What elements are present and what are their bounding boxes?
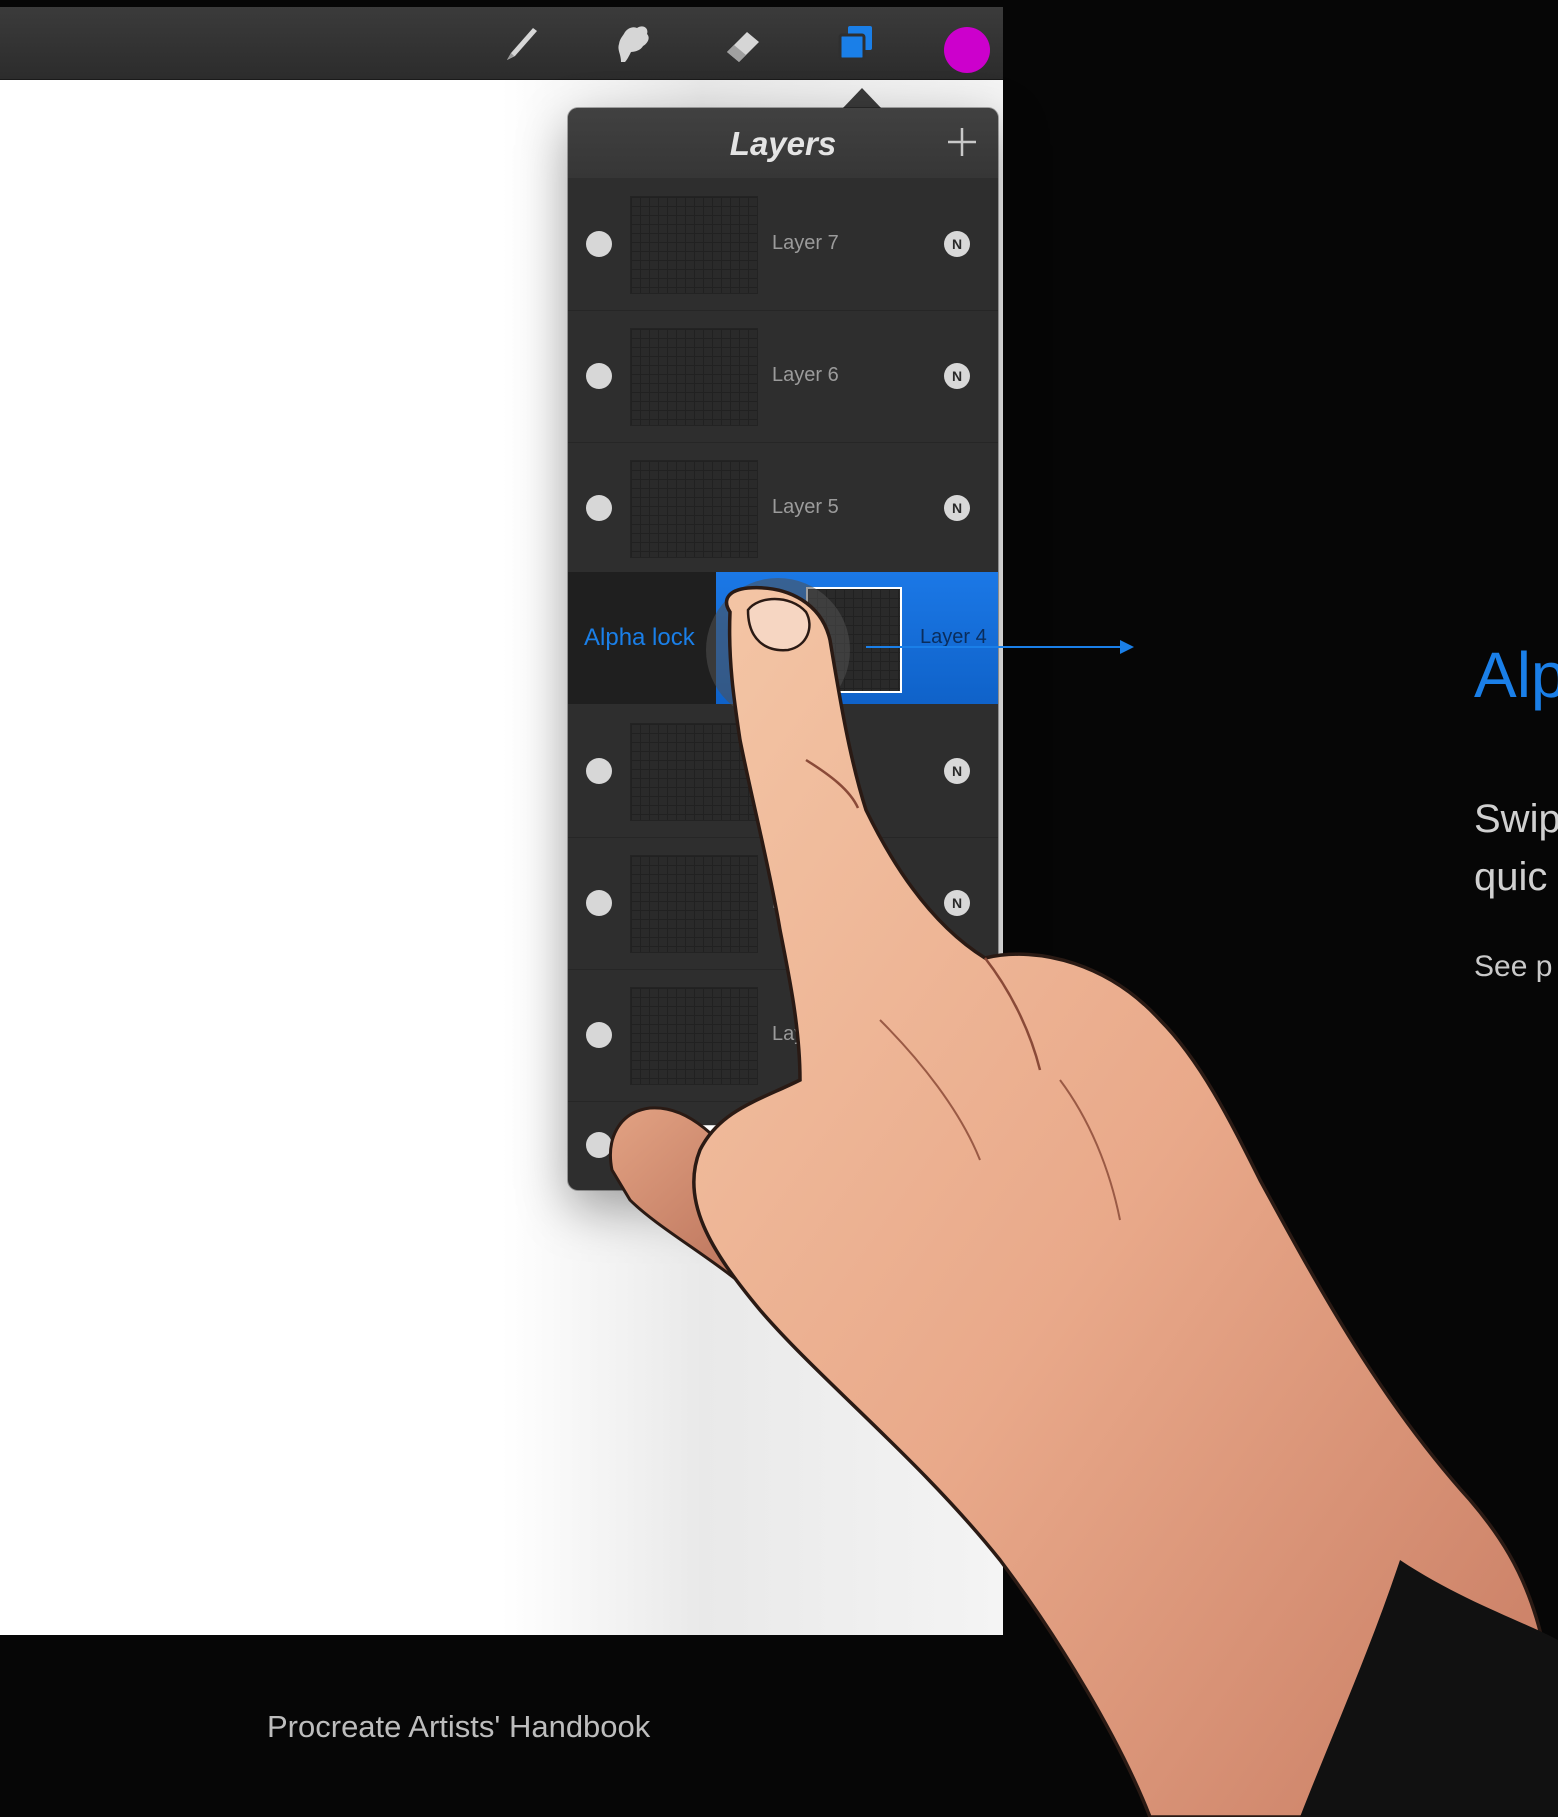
eraser-tool-button[interactable] xyxy=(718,17,770,69)
color-swatch[interactable] xyxy=(944,27,990,73)
blend-mode-badge[interactable]: N xyxy=(944,231,970,257)
blend-mode-badge[interactable]: N xyxy=(944,495,970,521)
swiped-layer-cell[interactable]: Layer 4 xyxy=(716,572,998,704)
layer-row-background[interactable]: Background xyxy=(568,1101,998,1190)
blend-mode-badge[interactable]: N xyxy=(944,363,970,389)
visibility-toggle[interactable] xyxy=(586,495,612,521)
layers-panel: Layers Layer 7 N Layer 6 N Layer 5 N Alp… xyxy=(568,108,998,1190)
layer-name: Layer 7 xyxy=(772,232,839,254)
section-body: Swip quic xyxy=(1474,790,1558,906)
layer-thumbnail xyxy=(630,328,758,426)
plus-icon[interactable] xyxy=(944,124,980,160)
page-reference: See p xyxy=(1474,950,1553,983)
layer-row-7[interactable]: Layer 7 N xyxy=(568,178,998,311)
eraser-icon xyxy=(727,32,759,62)
visibility-toggle[interactable] xyxy=(586,231,612,257)
visibility-toggle[interactable] xyxy=(586,758,612,784)
visibility-toggle[interactable] xyxy=(586,363,612,389)
layer-thumbnail xyxy=(806,587,902,693)
layers-icon xyxy=(838,26,872,61)
layer-thumbnail xyxy=(630,987,758,1085)
blend-mode-badge[interactable]: N xyxy=(944,890,970,916)
smudge-icon xyxy=(618,26,649,62)
brush-icon xyxy=(507,28,537,60)
body-line: quic xyxy=(1474,855,1548,899)
brush-tool-button[interactable] xyxy=(497,17,549,69)
layer-name: Layer 1 xyxy=(772,1023,839,1045)
visibility-toggle[interactable] xyxy=(586,1022,612,1048)
layer-thumbnail xyxy=(630,196,758,294)
visibility-toggle[interactable] xyxy=(586,1132,612,1158)
layer-name: Layer 6 xyxy=(772,364,839,386)
layer-thumbnail xyxy=(630,460,758,558)
layer-row-1[interactable]: Layer 1 xyxy=(568,969,998,1102)
book-footer: Procreate Artists' Handbook xyxy=(267,1709,651,1744)
layers-panel-header: Layers xyxy=(568,108,998,178)
layer-row-4[interactable]: Alpha lock Layer 4 xyxy=(568,572,998,704)
blend-mode-badge[interactable]: N xyxy=(944,758,970,784)
layer-row-2[interactable]: Layer 2 N xyxy=(568,837,998,970)
layer-name: Layer 3 xyxy=(772,759,839,781)
layer-name: Background xyxy=(772,1134,879,1156)
handbook-page: Layers Layer 7 N Layer 6 N Layer 5 N Alp… xyxy=(0,0,1558,1817)
smudge-tool-button[interactable] xyxy=(606,17,658,69)
layer-row-5[interactable]: Layer 5 N xyxy=(568,442,998,575)
layer-row-3[interactable]: Layer 3 N xyxy=(568,705,998,838)
layer-thumbnail xyxy=(630,855,758,953)
top-toolbar xyxy=(0,7,1003,80)
layer-thumbnail xyxy=(630,723,758,821)
body-line: Swip xyxy=(1474,797,1558,841)
visibility-toggle[interactable] xyxy=(586,890,612,916)
section-heading: Alp xyxy=(1474,639,1558,711)
layer-thumbnail xyxy=(668,1125,758,1185)
layers-tool-button[interactable] xyxy=(829,17,881,69)
panel-caret xyxy=(842,88,882,109)
alpha-lock-action[interactable]: Alpha lock xyxy=(584,624,695,652)
callout-line xyxy=(866,646,1126,648)
layers-panel-title: Layers xyxy=(729,125,837,162)
layer-name: Layer 2 xyxy=(772,891,839,913)
layer-name: Layer 5 xyxy=(772,496,839,518)
layer-row-6[interactable]: Layer 6 N xyxy=(568,310,998,443)
callout-arrowhead xyxy=(1120,640,1134,654)
